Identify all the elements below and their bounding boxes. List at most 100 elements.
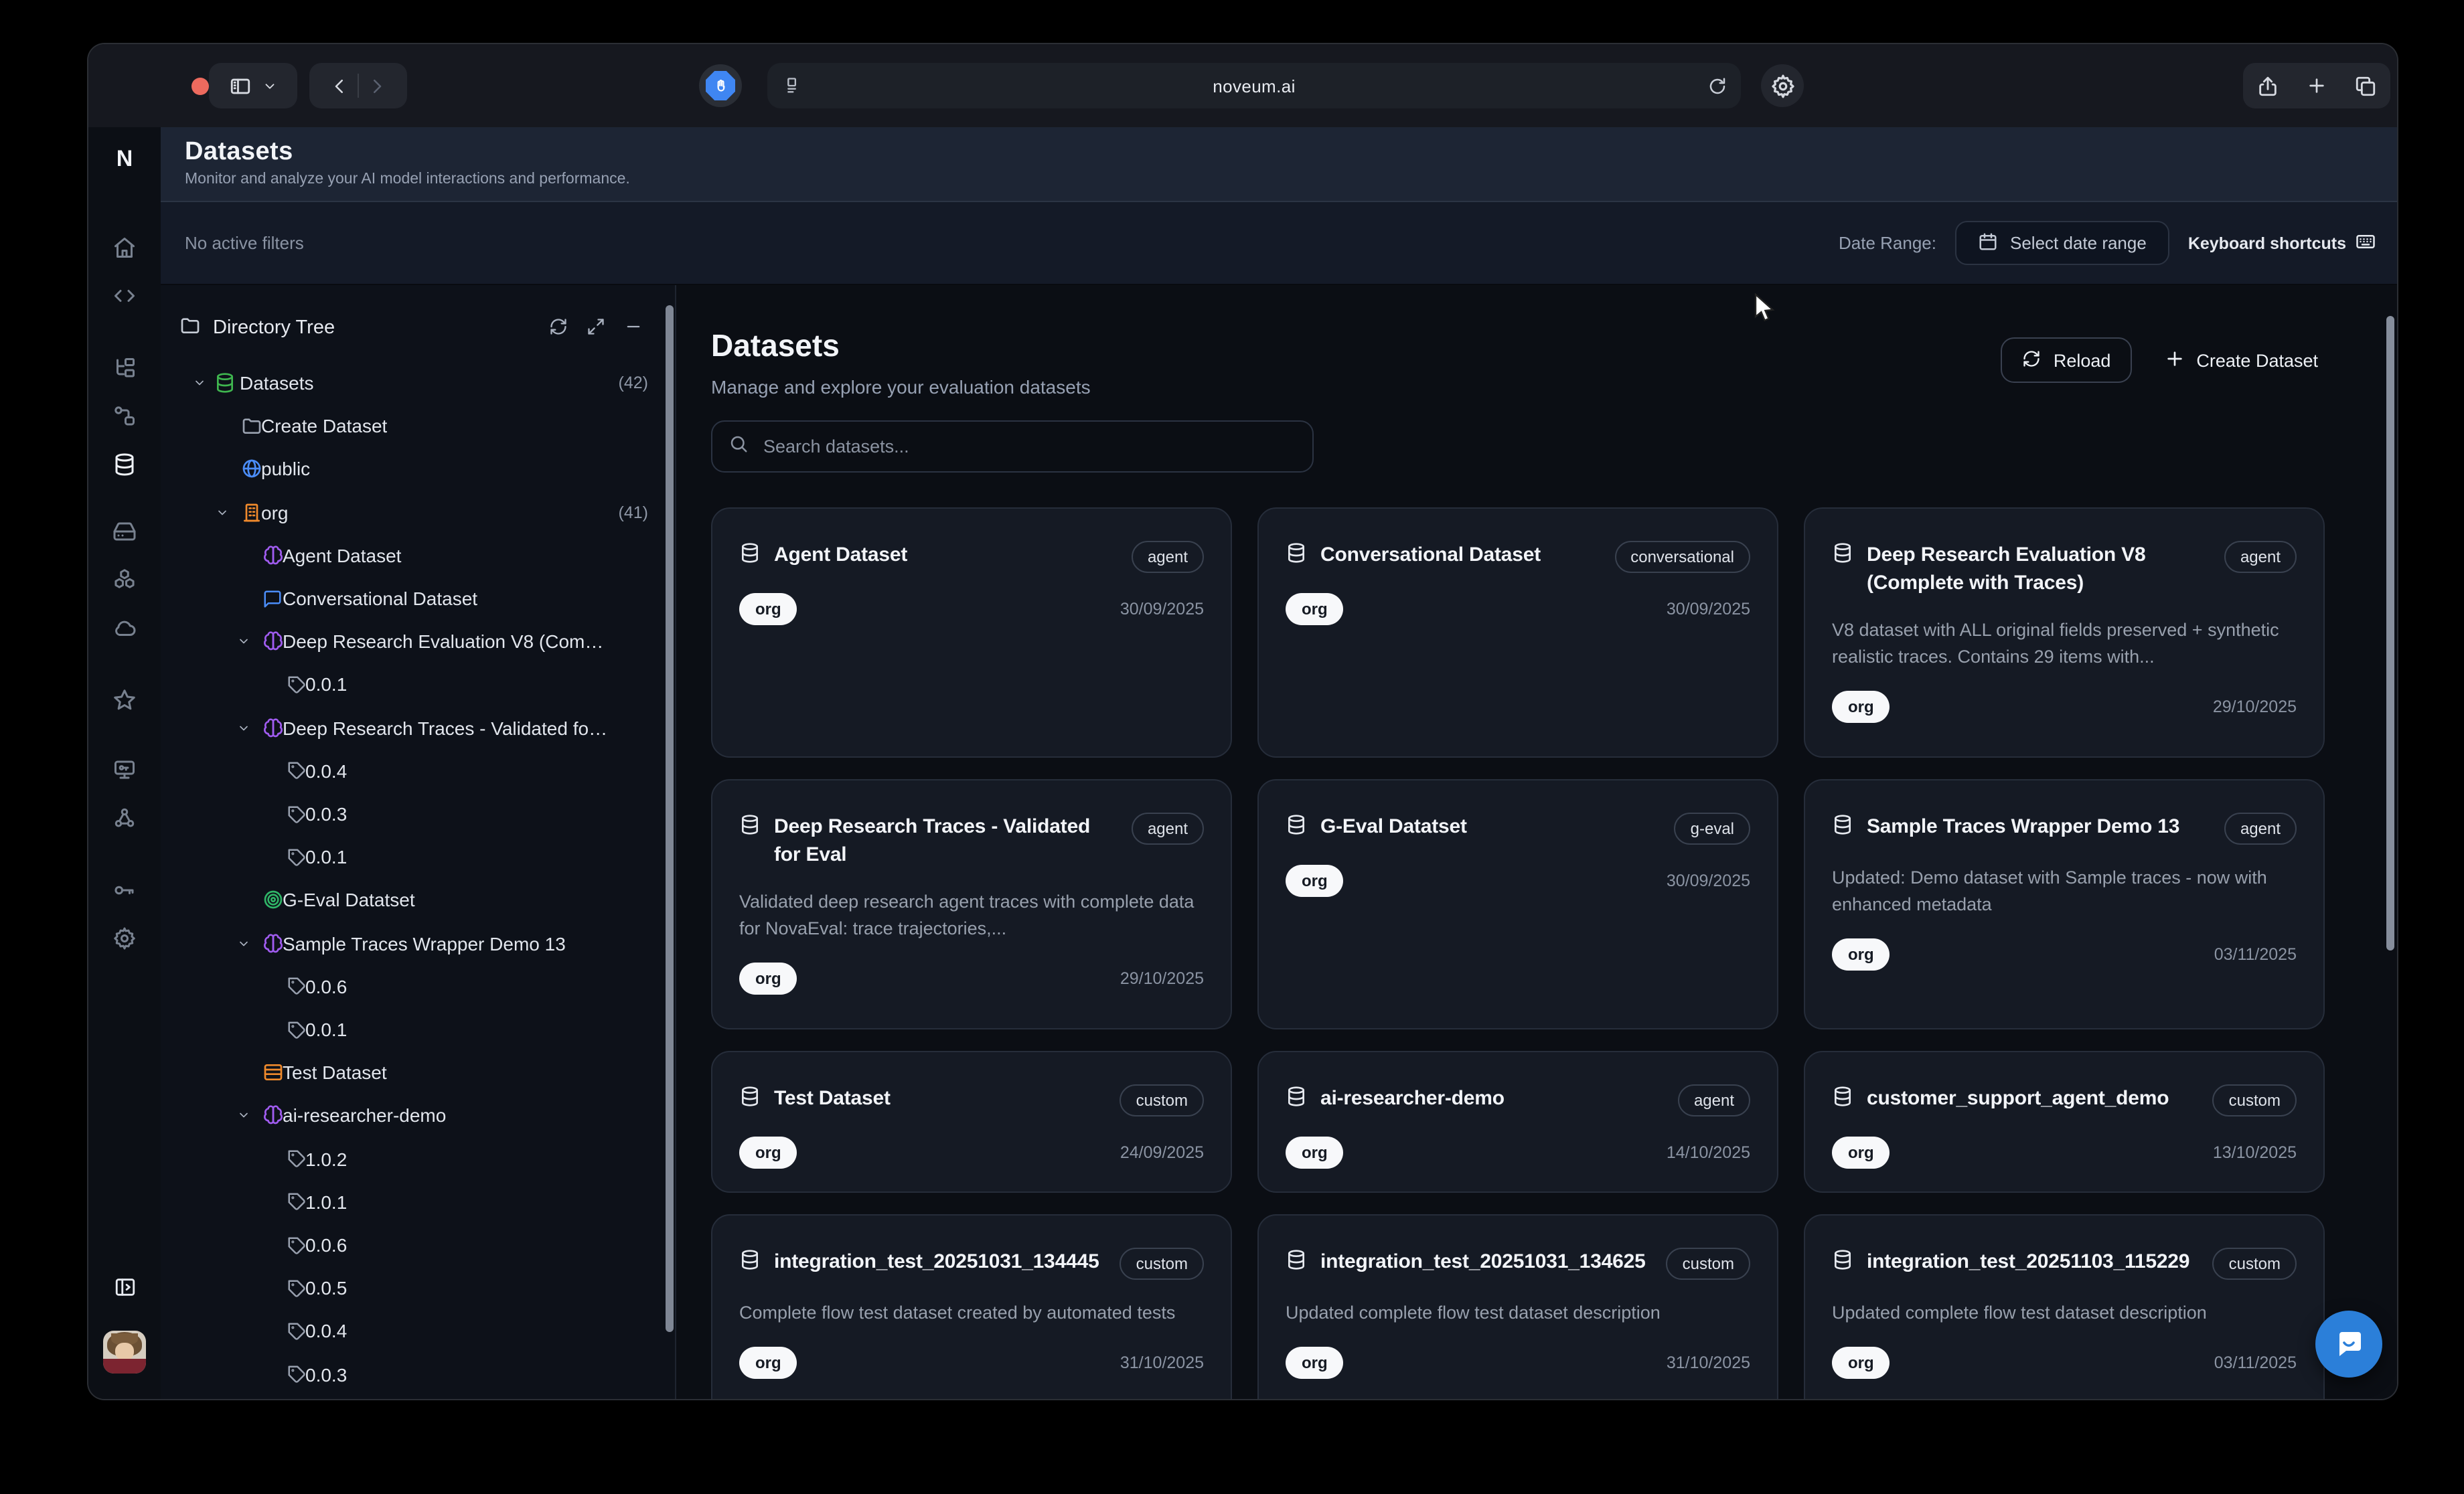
page-scrollbar[interactable]	[2386, 316, 2394, 950]
share-icon[interactable]	[2256, 74, 2279, 97]
tree-item-label: 0.0.1	[305, 846, 347, 867]
dataset-title: Agent Dataset	[774, 541, 1115, 569]
chevron-down-icon[interactable]	[216, 505, 229, 519]
dataset-card[interactable]: Conversational Datasetconversationalorg3…	[1257, 507, 1778, 758]
date-range-button[interactable]: Select date range	[1955, 221, 2169, 265]
page-settings-button[interactable]	[1761, 64, 1804, 107]
tree-item-label: Conversational Dataset	[283, 588, 477, 609]
tree-item-0-0-1[interactable]: 0.0.1	[161, 1013, 656, 1046]
new-tab-icon[interactable]	[2306, 75, 2327, 96]
rail-webhook-icon[interactable]	[88, 806, 161, 830]
tree-item-sample-traces-wrapper-demo-13[interactable]: Sample Traces Wrapper Demo 13	[161, 927, 656, 959]
back-button[interactable]	[321, 76, 358, 96]
panel-expand-button[interactable]	[88, 1276, 161, 1305]
dataset-card[interactable]: Deep Research Traces - Validated for Eva…	[711, 779, 1232, 1029]
tree-refresh-button[interactable]	[549, 317, 568, 343]
tree-item-1-0-1[interactable]: 1.0.1	[161, 1186, 656, 1218]
tree-item-test-dataset[interactable]: Test Dataset	[161, 1056, 656, 1088]
tree-item-deep-research-traces-validated-for[interactable]: Deep Research Traces - Validated for ...	[161, 712, 656, 744]
rail-database-icon[interactable]	[88, 452, 161, 477]
rail-list-tree-icon[interactable]	[88, 356, 161, 380]
reload-button[interactable]: Reload	[2001, 337, 2133, 383]
rail-cloud-icon[interactable]	[88, 616, 161, 640]
tree-item-g-eval-datatset[interactable]: G-Eval Datatset	[161, 884, 656, 916]
dataset-card[interactable]: Agent Datasetagentorg30/09/2025	[711, 507, 1232, 758]
create-dataset-button[interactable]: Create Dataset	[2156, 346, 2326, 374]
dataset-card[interactable]: Test Datasetcustomorg24/09/2025	[711, 1051, 1232, 1193]
rail-workflow-icon[interactable]	[88, 404, 161, 428]
dataset-type-badge: agent	[1132, 813, 1204, 845]
tree-expand-button[interactable]	[587, 317, 605, 343]
keyboard-shortcuts-button[interactable]: Keyboard shortcuts	[2188, 231, 2376, 255]
dataset-card[interactable]: customer_support_agent_democustomorg13/1…	[1804, 1051, 2325, 1193]
app-logo[interactable]: N	[88, 146, 161, 173]
rail-boxes-icon[interactable]	[88, 568, 161, 592]
chat-launcher-button[interactable]	[2315, 1311, 2382, 1378]
tree-item-0-0-1[interactable]: 0.0.1	[161, 669, 656, 701]
tree-item-0-0-5[interactable]: 0.0.5	[161, 1272, 656, 1304]
chevron-down-icon[interactable]	[237, 721, 250, 734]
dataset-card[interactable]: Sample Traces Wrapper Demo 13agentUpdate…	[1804, 779, 2325, 1029]
tab-overview-icon[interactable]	[2354, 74, 2377, 97]
tree-item-0-0-4[interactable]: 0.0.4	[161, 755, 656, 787]
rail-home-icon[interactable]	[88, 236, 161, 260]
tree-item-create-dataset[interactable]: Create Dataset	[161, 410, 656, 442]
tree-item-datasets[interactable]: Datasets(42)	[161, 367, 656, 399]
dataset-card[interactable]: integration_test_20251103_115229customUp…	[1804, 1214, 2325, 1399]
tree-item-0-0-6[interactable]: 0.0.6	[161, 1229, 656, 1261]
tree-item-agent-dataset[interactable]: Agent Dataset	[161, 540, 656, 572]
dataset-card[interactable]: Deep Research Evaluation V8 (Complete wi…	[1804, 507, 2325, 758]
search-input[interactable]	[761, 435, 1296, 458]
database-icon	[739, 814, 761, 842]
dataset-card[interactable]: integration_test_20251031_134625customUp…	[1257, 1214, 1778, 1399]
tag-icon	[287, 1321, 307, 1341]
rail-settings-icon[interactable]	[88, 926, 161, 950]
tree-item-deep-research-evaluation-v8-compl[interactable]: Deep Research Evaluation V8 (Compl...	[161, 625, 656, 657]
tree-item-0-0-4[interactable]: 0.0.4	[161, 1315, 656, 1347]
url-bar[interactable]: noveum.ai	[767, 63, 1741, 108]
rail-hard-drive-icon[interactable]	[88, 519, 161, 544]
chevron-down-icon[interactable]	[237, 1109, 250, 1123]
dataset-card[interactable]: integration_test_20251031_134445customCo…	[711, 1214, 1232, 1399]
rail-star-icon[interactable]	[88, 688, 161, 712]
page-subtitle: Monitor and analyze your AI model intera…	[185, 171, 2397, 187]
tree-item-0-0-1[interactable]: 0.0.1	[161, 841, 656, 873]
close-window-button[interactable]	[191, 78, 209, 95]
dataset-card[interactable]: G-Eval Datatsetg-evalorg30/09/2025	[1257, 779, 1778, 1029]
chevron-down-icon[interactable]	[237, 936, 250, 950]
rail-key-icon[interactable]	[88, 878, 161, 902]
extension-button[interactable]	[699, 64, 742, 107]
plus-icon	[2164, 347, 2185, 373]
tree-item-label: 0.0.6	[305, 976, 347, 997]
tree-item-org[interactable]: org(41)	[161, 496, 656, 528]
reload-page-icon[interactable]	[1707, 76, 1727, 96]
tag-icon	[287, 1364, 307, 1384]
user-avatar[interactable]	[103, 1331, 146, 1374]
rail-code-icon[interactable]	[88, 284, 161, 308]
tree-item-0-0-6[interactable]: 0.0.6	[161, 971, 656, 1003]
tree-item-label: Datasets	[240, 372, 314, 394]
dataset-card[interactable]: ai-researcher-demoagentorg14/10/2025	[1257, 1051, 1778, 1193]
url-text[interactable]: noveum.ai	[801, 76, 1707, 96]
tree-item-0-0-3[interactable]: 0.0.3	[161, 1358, 656, 1390]
dataset-date: 29/10/2025	[1120, 969, 1204, 988]
tree-item-conversational-dataset[interactable]: Conversational Dataset	[161, 582, 656, 614]
forward-button[interactable]	[359, 76, 395, 96]
reader-icon[interactable]	[782, 76, 801, 95]
rail-screen-key-icon[interactable]	[88, 758, 161, 782]
tree-item-1-0-2[interactable]: 1.0.2	[161, 1143, 656, 1175]
tree-item-0-0-3[interactable]: 0.0.3	[161, 798, 656, 830]
folder-icon	[241, 415, 262, 436]
sidebar-toggle-button[interactable]	[209, 63, 297, 108]
database-icon	[214, 372, 236, 394]
tree-item-ai-researcher-demo[interactable]: ai-researcher-demo	[161, 1100, 656, 1132]
chevron-down-icon[interactable]	[193, 376, 206, 390]
tree-item-public[interactable]: public	[161, 453, 656, 485]
chevron-down-icon	[262, 78, 277, 93]
tree-collapse-button[interactable]	[624, 317, 643, 343]
org-badge: org	[1832, 691, 1890, 723]
dataset-title: Deep Research Evaluation V8 (Complete wi…	[1867, 541, 2208, 597]
tree-scrollbar[interactable]	[666, 305, 674, 1332]
chevron-down-icon[interactable]	[237, 635, 250, 648]
org-badge: org	[739, 963, 797, 995]
